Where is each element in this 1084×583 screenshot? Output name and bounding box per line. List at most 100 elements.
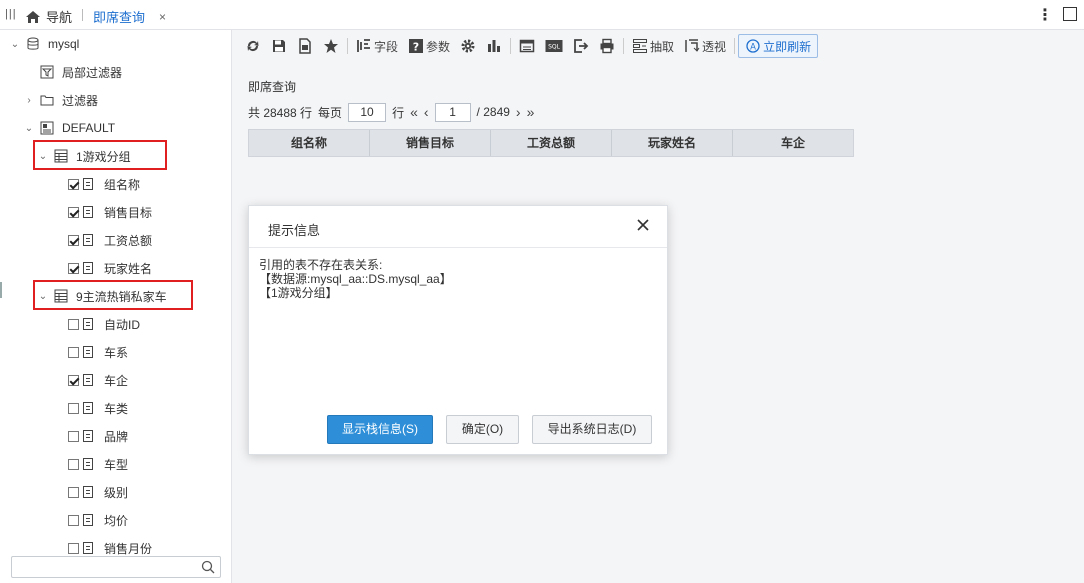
field-icon	[83, 234, 93, 246]
message-line: 【数据源:mysql_aa::DS.mysql_aa】	[259, 272, 452, 286]
extract-icon	[633, 39, 648, 53]
ok-button[interactable]: 确定(O)	[446, 415, 519, 444]
close-icon[interactable]	[635, 217, 651, 233]
field-item[interactable]: 级别	[68, 478, 128, 506]
highlight-box	[33, 140, 167, 170]
column-header[interactable]: 工资总额	[491, 130, 612, 156]
pivot-button[interactable]: 透视	[679, 34, 731, 58]
field-icon	[83, 542, 93, 554]
param-button[interactable]: ? 参数	[403, 34, 455, 58]
extract-label: 抽取	[650, 39, 675, 54]
field-item[interactable]: 车型	[68, 450, 128, 478]
field-item[interactable]: 组名称	[68, 170, 140, 198]
menu-icon[interactable]: |||	[5, 8, 17, 20]
settings-button[interactable]	[455, 34, 481, 58]
export-log-button[interactable]: 导出系统日志(D)	[532, 415, 652, 444]
field-label: 车型	[104, 457, 129, 472]
reload-button[interactable]	[240, 34, 266, 58]
more-options-icon[interactable]: ⋮	[1037, 5, 1053, 25]
dialog-header: 提示信息	[249, 206, 667, 248]
home-tab[interactable]: 导航	[25, 7, 72, 26]
last-page-icon[interactable]: »	[527, 104, 535, 120]
first-page-icon[interactable]: «	[410, 104, 418, 120]
field-item[interactable]: 玩家姓名	[68, 254, 152, 282]
tree-node-mysql[interactable]: ⌄ mysql	[10, 30, 80, 58]
auto-refresh-icon: A	[746, 39, 760, 53]
field-checkbox[interactable]	[68, 374, 79, 386]
field-item[interactable]: 销售目标	[68, 198, 152, 226]
toolbar-divider	[510, 38, 512, 54]
field-checkbox[interactable]	[68, 402, 79, 414]
field-label: 车系	[104, 345, 129, 360]
svg-text:?: ?	[413, 41, 419, 54]
save-button[interactable]	[266, 34, 292, 58]
field-icon	[83, 402, 93, 414]
favorite-button[interactable]	[318, 34, 344, 58]
chevron-down-icon[interactable]: ⌄	[24, 123, 34, 134]
field-label: 销售月份	[104, 541, 153, 556]
field-item[interactable]: 车系	[68, 338, 128, 366]
field-checkbox[interactable]	[68, 542, 79, 554]
sql-button[interactable]: SQL	[540, 34, 568, 58]
tree-node-local-filter[interactable]: 局部过滤器	[34, 58, 122, 86]
chevron-down-icon[interactable]: ⌄	[10, 39, 20, 50]
field-label: 自动ID	[104, 317, 141, 332]
panel-resize-handle[interactable]	[0, 282, 2, 298]
field-label: 工资总额	[104, 233, 153, 248]
param-label: 参数	[426, 39, 451, 54]
refresh-now-button[interactable]: A 立即刷新	[738, 34, 819, 58]
field-checkbox[interactable]	[68, 486, 79, 498]
field-checkbox[interactable]	[68, 206, 79, 218]
table-view-button[interactable]	[514, 34, 540, 58]
field-checkbox[interactable]	[68, 178, 79, 190]
field-item[interactable]: 品牌	[68, 422, 128, 450]
field-checkbox[interactable]	[68, 346, 79, 358]
prev-page-icon[interactable]: ‹	[424, 104, 429, 120]
extract-button[interactable]: 抽取	[627, 34, 679, 58]
tree-node-filter[interactable]: › 过滤器	[24, 86, 98, 114]
field-item[interactable]: 车企	[68, 366, 128, 394]
column-header[interactable]: 组名称	[249, 130, 370, 156]
tree-label: 过滤器	[62, 93, 99, 108]
field-item[interactable]: 自动ID	[68, 310, 140, 338]
field-checkbox[interactable]	[68, 430, 79, 442]
column-header[interactable]: 车企	[733, 130, 853, 156]
field-checkbox[interactable]	[68, 234, 79, 246]
database-icon	[27, 37, 39, 50]
message-line: 引用的表不存在表关系:	[259, 258, 383, 272]
save-as-button[interactable]	[292, 34, 318, 58]
field-item[interactable]: 车类	[68, 394, 128, 422]
per-page-input[interactable]: 10	[348, 102, 387, 122]
tab-adhoc-query[interactable]: 即席查询 ×	[93, 7, 166, 26]
field-item[interactable]: 均价	[68, 506, 128, 534]
gear-icon	[461, 39, 475, 53]
save-icon	[273, 40, 285, 52]
table-view-icon	[519, 39, 535, 53]
sidebar-search-input[interactable]	[11, 556, 221, 578]
chart-button[interactable]	[481, 34, 507, 58]
field-checkbox[interactable]	[68, 318, 79, 330]
print-button[interactable]	[594, 34, 620, 58]
field-checkbox[interactable]	[68, 514, 79, 526]
show-stack-button[interactable]: 显示栈信息(S)	[327, 415, 433, 444]
next-page-icon[interactable]: ›	[516, 104, 521, 120]
field-button[interactable]: 字段	[351, 34, 403, 58]
page-input[interactable]: 1	[434, 102, 471, 122]
chevron-right-icon[interactable]: ›	[24, 95, 34, 106]
message-line: 【1游戏分组】	[259, 286, 338, 300]
field-checkbox[interactable]	[68, 262, 79, 274]
export-button[interactable]	[568, 34, 594, 58]
tree-node-default[interactable]: ⌄ DEFAULT	[24, 114, 115, 142]
maximize-icon[interactable]	[1063, 7, 1077, 21]
field-item[interactable]: 工资总额	[68, 226, 152, 254]
field-icon	[83, 430, 93, 442]
field-label: 组名称	[104, 177, 141, 192]
tab-close-icon[interactable]: ×	[159, 10, 166, 24]
grid-header: 组名称 销售目标 工资总额 玩家姓名 车企	[248, 129, 854, 157]
field-icon	[83, 178, 93, 190]
column-header[interactable]: 玩家姓名	[612, 130, 733, 156]
dialog-message: 引用的表不存在表关系: 【数据源:mysql_aa::DS.mysql_aa】 【1…	[259, 258, 452, 300]
field-icon	[83, 262, 93, 274]
column-header[interactable]: 销售目标	[370, 130, 491, 156]
field-checkbox[interactable]	[68, 458, 79, 470]
